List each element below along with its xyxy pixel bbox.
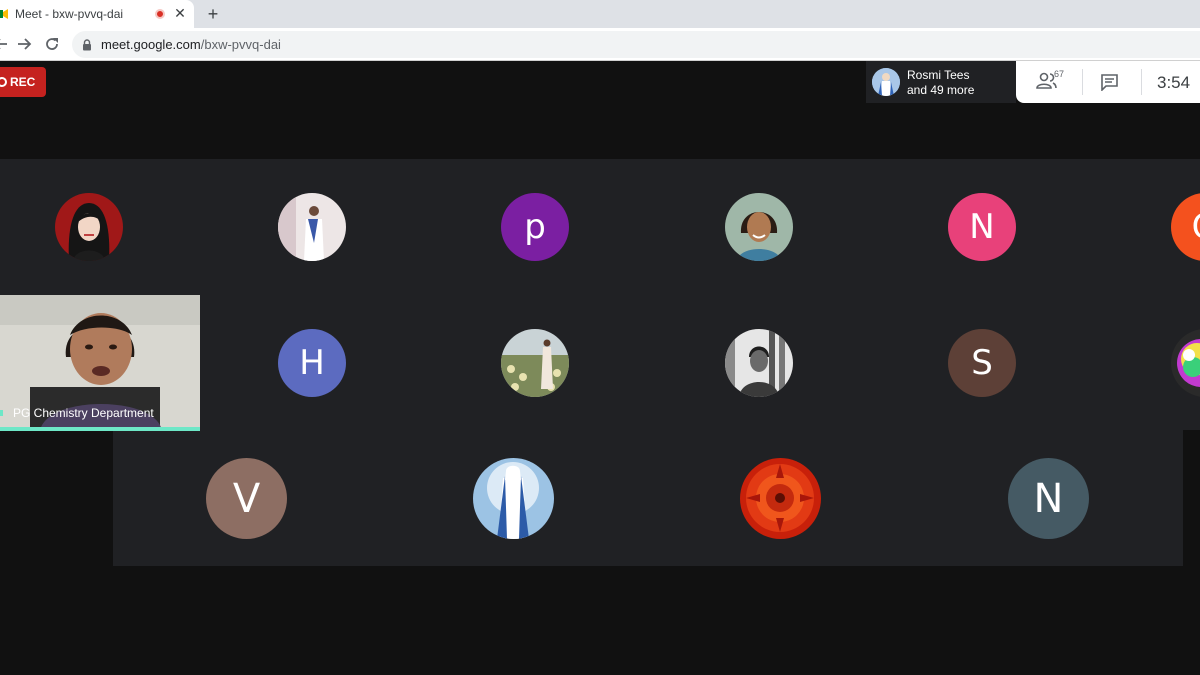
field-portrait-avatar [501, 329, 569, 397]
tab-title: Meet - bxw-pvvq-dai [15, 7, 124, 21]
man-bw-avatar [725, 329, 793, 397]
speaker-avatar [872, 68, 900, 96]
tab-close-button[interactable]: ✕ [173, 5, 187, 21]
new-tab-button[interactable]: + [204, 4, 222, 24]
browser-toolbar: meet.google.com/bxw-pvvq-dai [0, 28, 1200, 61]
url-text: meet.google.com/bxw-pvvq-dai [101, 37, 281, 52]
meet-favicon-icon [0, 9, 8, 19]
reload-icon[interactable] [43, 35, 61, 53]
active-speaker-bar [0, 427, 200, 431]
browser-tab[interactable]: Meet - bxw-pvvq-dai ✕ [0, 0, 194, 28]
participant-avatar-n[interactable]: N [948, 193, 1016, 261]
meeting-controls-panel: 67 3:54 [1016, 61, 1200, 103]
divider [1082, 69, 1083, 95]
browser-tab-strip: Meet - bxw-pvvq-dai ✕ + [0, 0, 1200, 28]
self-video-tile[interactable]: PG Chemistry Department [0, 295, 200, 431]
woman-portrait-avatar [725, 193, 793, 261]
avatar-letter: S [971, 343, 993, 383]
woman-saree-avatar [278, 193, 346, 261]
forward-arrow-icon[interactable] [15, 35, 33, 53]
mic-active-indicator [0, 410, 3, 416]
url-host: meet.google.com [101, 37, 201, 52]
avatar-letter: p [524, 207, 546, 247]
participant-avatar-n2[interactable]: N [1008, 458, 1089, 539]
avatar-letter: N [1033, 475, 1064, 522]
meet-window: Meet - bxw-pvvq-dai ✕ + meet.google.com/… [0, 0, 1200, 675]
avatar-letter: N [969, 207, 995, 247]
participant-avatar-field[interactable] [501, 329, 569, 397]
address-bar[interactable]: meet.google.com/bxw-pvvq-dai [72, 31, 1200, 58]
participant-avatar-bw[interactable] [725, 329, 793, 397]
participant-avatar-flower[interactable] [740, 458, 821, 539]
mary-figure-icon [872, 68, 900, 96]
divider [1141, 69, 1142, 95]
participant-avatar-portrait[interactable] [725, 193, 793, 261]
participant-avatar-saree[interactable] [278, 193, 346, 261]
rec-label: REC [10, 75, 36, 89]
lock-icon[interactable] [82, 39, 92, 51]
participant-avatar-mary[interactable] [473, 458, 554, 539]
participant-avatar-s[interactable]: S [948, 329, 1016, 397]
avatar-letter: V [232, 475, 261, 522]
speaker-more-count: and 49 more [907, 83, 975, 97]
url-path: /bxw-pvvq-dai [200, 37, 281, 52]
record-dot-icon [0, 77, 7, 87]
presenting-participants-chip[interactable]: Rosmi Tees and 49 more [866, 61, 1016, 103]
participant-avatar-v[interactable]: V [206, 458, 287, 539]
participant-avatar-cartoon[interactable] [55, 193, 123, 261]
participant-avatar-p[interactable]: p [501, 193, 569, 261]
red-flower-avatar [740, 458, 821, 539]
self-tile-name: PG Chemistry Department [13, 406, 154, 420]
avatar-letter: H [299, 343, 325, 383]
participant-avatar-o[interactable]: O [1171, 193, 1200, 261]
recording-indicator-icon [155, 9, 165, 19]
speaker-name: Rosmi Tees [907, 68, 970, 82]
back-arrow-icon[interactable] [0, 35, 10, 53]
mary-statue-avatar [473, 458, 554, 539]
people-count-badge: 67 [1054, 69, 1065, 79]
colorful-avatar [1171, 329, 1200, 397]
meeting-clock: 3:54 [1157, 73, 1191, 92]
chat-icon[interactable] [1100, 73, 1119, 91]
cartoon-woman-avatar [55, 193, 123, 261]
avatar-letter: O [1171, 193, 1200, 261]
participant-avatar-colorful[interactable] [1171, 329, 1200, 397]
recording-badge: REC [0, 67, 46, 97]
participant-avatar-h[interactable]: H [278, 329, 346, 397]
